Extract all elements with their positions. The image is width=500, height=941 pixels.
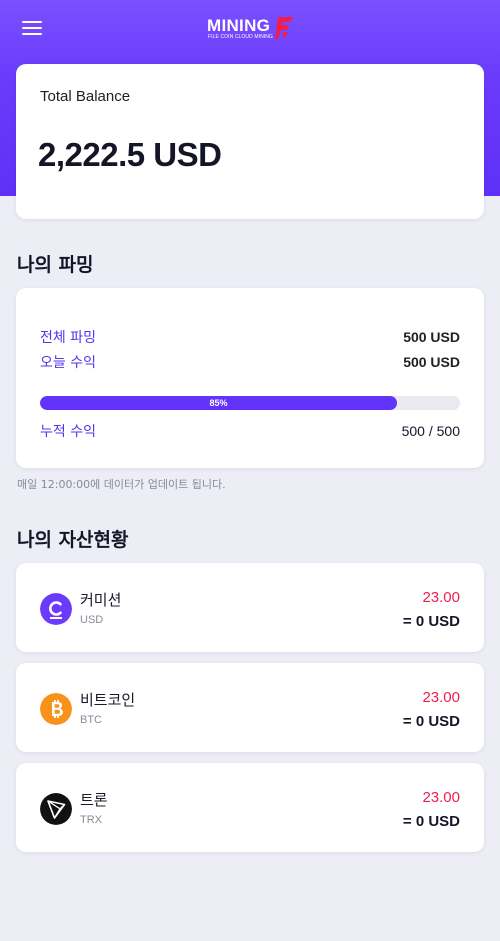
logo-mark-icon bbox=[275, 17, 293, 39]
logo-subtitle: FILE COIN CLOUD MINING bbox=[208, 34, 273, 40]
tron-icon bbox=[40, 793, 72, 825]
hamburger-menu-icon[interactable] bbox=[22, 20, 42, 36]
asset-amount: 23.00 bbox=[422, 689, 460, 706]
mining-progress-text: 85% bbox=[209, 398, 228, 408]
today-earnings-label: 오늘 수익 bbox=[40, 355, 96, 371]
asset-amount: 23.00 bbox=[422, 589, 460, 606]
commission-coin-icon bbox=[40, 593, 72, 625]
total-balance-value: 2,222.5 USD bbox=[38, 136, 222, 173]
my-mining-card: 전체 파밍 500 USD 오늘 수익 500 USD 85% 누적 수익 50… bbox=[16, 288, 484, 468]
asset-symbol: TRX bbox=[80, 814, 102, 826]
asset-name: 트론 bbox=[80, 791, 108, 809]
asset-amount: 23.00 bbox=[422, 789, 460, 806]
asset-card-commission[interactable]: 커미션 USD 23.00 = 0 USD bbox=[16, 563, 484, 652]
logo-word: MINING bbox=[207, 16, 271, 35]
my-assets-title: 나의 자산현황 bbox=[17, 529, 129, 551]
total-balance-label: Total Balance bbox=[40, 88, 131, 105]
mining-progress-fill: 85% bbox=[40, 396, 397, 410]
asset-name: 비트코인 bbox=[80, 691, 136, 709]
total-balance-card: Total Balance 2,222.5 USD bbox=[16, 64, 484, 219]
cumulative-earnings-value: 500 / 500 bbox=[401, 423, 460, 439]
today-earnings-value: 500 USD bbox=[403, 354, 460, 370]
bitcoin-icon bbox=[40, 693, 72, 725]
asset-symbol: USD bbox=[80, 614, 104, 626]
my-mining-title: 나의 파밍 bbox=[17, 254, 94, 276]
cumulative-earnings-label: 누적 수익 bbox=[40, 424, 96, 440]
asset-converted-value: = 0 USD bbox=[402, 813, 460, 830]
asset-symbol: BTC bbox=[80, 714, 102, 726]
total-mining-label: 전체 파밍 bbox=[40, 330, 96, 346]
asset-card-tron[interactable]: 트론 TRX 23.00 = 0 USD bbox=[16, 763, 484, 852]
asset-converted-value: = 0 USD bbox=[402, 613, 460, 630]
asset-card-bitcoin[interactable]: 비트코인 BTC 23.00 = 0 USD bbox=[16, 663, 484, 752]
app-logo[interactable]: MINING FILE COIN CLOUD MINING bbox=[207, 16, 297, 44]
update-notice: 매일 12:00:00에 데이터가 업데이트 됩니다. bbox=[17, 478, 226, 491]
asset-name: 커미션 bbox=[80, 591, 122, 609]
mining-progress-bar: 85% bbox=[40, 396, 460, 410]
top-bar: MINING FILE COIN CLOUD MINING bbox=[0, 0, 500, 58]
total-mining-value: 500 USD bbox=[403, 329, 460, 345]
asset-converted-value: = 0 USD bbox=[402, 713, 460, 730]
